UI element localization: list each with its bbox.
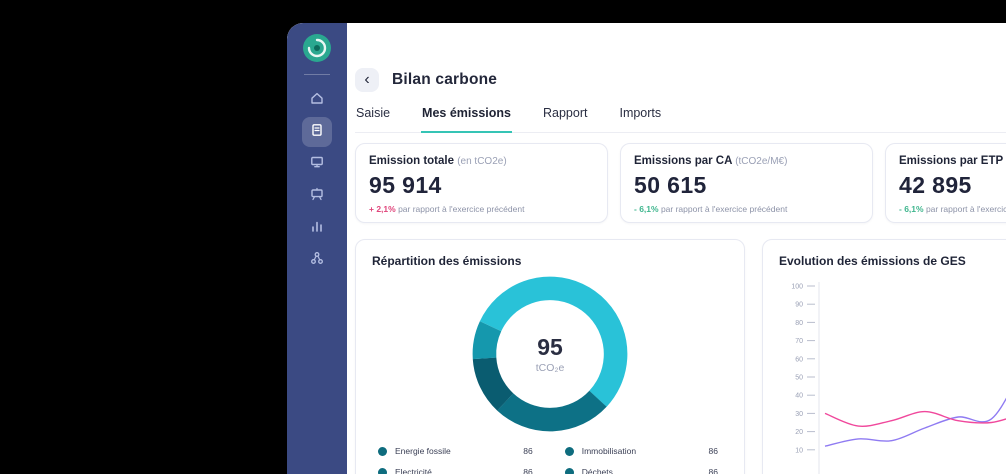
legend-item: Electricité 86 bbox=[378, 467, 537, 474]
line-chart-card: Evolution des émissions de GES 100 90 80 70… bbox=[762, 239, 1006, 474]
tab-imports[interactable]: Imports bbox=[618, 106, 662, 132]
stat-card-emissions-par-ca: Emissions par CA (tCO2e/M€) 50 615 - 6,1… bbox=[620, 143, 873, 223]
sidebar-nav bbox=[302, 85, 332, 275]
legend-value: 86 bbox=[709, 446, 722, 456]
stat-delta: + 2,1% par rapport à l'exercice précéden… bbox=[369, 204, 594, 214]
greenly-logo-icon[interactable] bbox=[302, 33, 332, 63]
sidebar-item-org-chart[interactable] bbox=[302, 245, 332, 275]
screen: ‹ Bilan carbone Saisie Mes émissions Rap… bbox=[0, 0, 1006, 474]
legend-dot bbox=[565, 468, 574, 474]
legend-value: 86 bbox=[523, 446, 536, 456]
line-chart: 100 90 80 70 60 50 40 30 20 10 bbox=[779, 276, 1006, 474]
document-icon bbox=[309, 122, 325, 143]
svg-text:70: 70 bbox=[795, 338, 803, 345]
charts-row: Répartition des émissions 95 tCO₂e Energ… bbox=[355, 239, 1006, 474]
stat-delta-percent: - 6,1% bbox=[634, 204, 659, 214]
sidebar bbox=[287, 23, 347, 474]
legend-dot bbox=[378, 447, 387, 456]
tab-saisie[interactable]: Saisie bbox=[355, 106, 391, 132]
app-window: ‹ Bilan carbone Saisie Mes émissions Rap… bbox=[287, 23, 1006, 474]
donut-chart: 95 tCO₂e bbox=[468, 272, 632, 436]
main-content: ‹ Bilan carbone Saisie Mes émissions Rap… bbox=[347, 23, 1006, 474]
stat-unit: (tCO2e/M€) bbox=[735, 156, 787, 167]
presentation-board-icon bbox=[309, 186, 325, 207]
page-header: ‹ Bilan carbone bbox=[355, 68, 1006, 92]
stat-delta-percent: - 6,1% bbox=[899, 204, 924, 214]
legend-label: Immobilisation bbox=[582, 446, 636, 456]
legend-label: Déchets bbox=[582, 467, 613, 474]
chart-title: Répartition des émissions bbox=[372, 254, 728, 268]
svg-text:80: 80 bbox=[795, 320, 803, 327]
stat-value: 95 914 bbox=[369, 172, 594, 199]
tab-mes-emissions[interactable]: Mes émissions bbox=[421, 106, 512, 133]
stat-delta-text: par rapport à l'exercice précédent bbox=[398, 204, 524, 214]
tab-rapport[interactable]: Rapport bbox=[542, 106, 588, 132]
home-icon bbox=[309, 90, 325, 111]
legend-dot bbox=[565, 447, 574, 456]
svg-text:30: 30 bbox=[795, 411, 803, 418]
back-button[interactable]: ‹ bbox=[355, 68, 379, 92]
legend-label: Energie fossile bbox=[395, 446, 451, 456]
svg-text:20: 20 bbox=[795, 429, 803, 436]
stat-delta-percent: + 2,1% bbox=[369, 204, 396, 214]
stat-title: Emissions par ETP (tCO2e bbox=[899, 155, 1006, 167]
stat-card-emission-totale: Emission totale (en tCO2e) 95 914 + 2,1%… bbox=[355, 143, 608, 223]
org-chart-icon bbox=[309, 250, 325, 271]
sidebar-item-analytics[interactable] bbox=[302, 213, 332, 243]
stat-value: 42 895 bbox=[899, 172, 1006, 199]
stat-delta: - 6,1% par rapport à l'exercice précéden… bbox=[634, 204, 859, 214]
legend-item: Energie fossile 86 bbox=[378, 446, 537, 456]
legend-item: Immobilisation 86 bbox=[565, 446, 722, 456]
sidebar-item-board[interactable] bbox=[302, 181, 332, 211]
stat-delta-text: par rapport à l'exercice précédent bbox=[926, 204, 1006, 214]
chart-title: Evolution des émissions de GES bbox=[779, 254, 1006, 268]
sidebar-item-screen[interactable] bbox=[302, 149, 332, 179]
svg-text:50: 50 bbox=[795, 375, 803, 382]
sidebar-item-home[interactable] bbox=[302, 85, 332, 115]
donut-legend: Energie fossile 86 Electricité 86 Immobi… bbox=[372, 446, 728, 474]
stat-delta-text: par rapport à l'exercice précédent bbox=[661, 204, 787, 214]
stats-row: Emission totale (en tCO2e) 95 914 + 2,1%… bbox=[355, 143, 1006, 223]
screen-icon bbox=[309, 154, 325, 175]
svg-text:90: 90 bbox=[795, 302, 803, 309]
stat-title: Emission totale (en tCO2e) bbox=[369, 155, 594, 167]
svg-text:40: 40 bbox=[795, 393, 803, 400]
donut-chart-card: Répartition des émissions 95 tCO₂e Energ… bbox=[355, 239, 745, 474]
legend-value: 86 bbox=[709, 467, 722, 474]
legend-item: Déchets 86 bbox=[565, 467, 722, 474]
sidebar-divider bbox=[304, 74, 330, 75]
stat-delta: - 6,1% par rapport à l'exercice précéden… bbox=[899, 204, 1006, 214]
page-title: Bilan carbone bbox=[392, 71, 497, 89]
stat-value: 50 615 bbox=[634, 172, 859, 199]
svg-text:10: 10 bbox=[795, 447, 803, 454]
legend-label: Electricité bbox=[395, 467, 432, 474]
legend-value: 86 bbox=[523, 467, 536, 474]
stat-card-emissions-par-etp: Emissions par ETP (tCO2e 42 895 - 6,1% p… bbox=[885, 143, 1006, 223]
svg-text:100: 100 bbox=[791, 284, 803, 291]
tab-bar: Saisie Mes émissions Rapport Imports bbox=[355, 106, 1006, 133]
legend-dot bbox=[378, 468, 387, 474]
bar-chart-icon bbox=[309, 218, 325, 239]
stat-title: Emissions par CA (tCO2e/M€) bbox=[634, 155, 859, 167]
svg-text:60: 60 bbox=[795, 356, 803, 363]
stat-unit: (en tCO2e) bbox=[457, 156, 506, 167]
sidebar-item-documents[interactable] bbox=[302, 117, 332, 147]
